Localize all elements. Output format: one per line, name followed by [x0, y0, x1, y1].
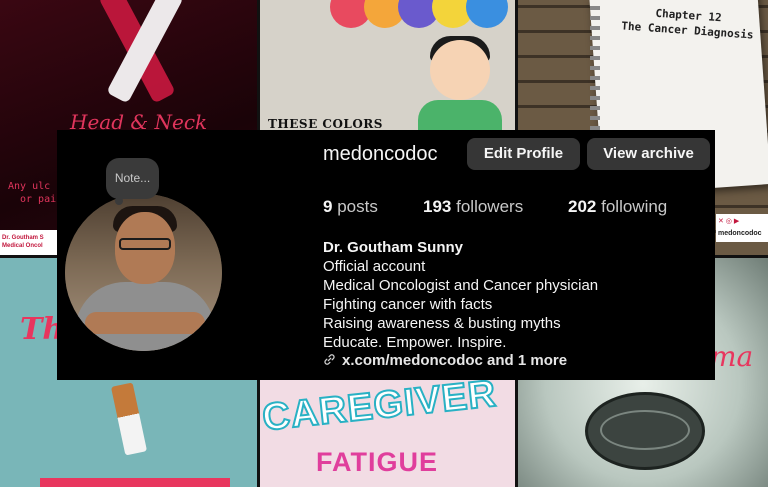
bio-line: Educate. Empower. Inspire. [323, 334, 507, 351]
boy-illustration [430, 40, 490, 100]
edit-profile-button[interactable]: Edit Profile [467, 138, 580, 170]
followers-link[interactable]: 193 followers [423, 197, 523, 217]
bio-line: Raising awareness & busting myths [323, 315, 561, 332]
post-decoration [40, 478, 230, 487]
boy-illustration [418, 100, 502, 130]
cancer-ribbon-graphic [95, 0, 185, 104]
profile-avatar[interactable] [65, 194, 222, 351]
view-archive-button[interactable]: View archive [587, 138, 710, 170]
note-bubble[interactable]: Note... [106, 158, 159, 199]
posts-count: 9 posts [323, 197, 378, 216]
bio-name: Dr. Goutham Sunny [323, 239, 464, 256]
bio-line: Fighting cancer with facts [323, 296, 493, 313]
following-link[interactable]: 202 following [568, 197, 667, 217]
social-handle-strip: ✕ ◎ ▶ medoncodoc [716, 214, 768, 242]
profile-username: medoncodoc [323, 143, 438, 165]
social-icons: ✕ ◎ ▶ [718, 218, 740, 225]
post-side-text: Any ulc or pai [8, 181, 57, 205]
brain-graphic [600, 410, 690, 450]
link-icon [324, 354, 335, 365]
profile-bio: Dr. Goutham Sunny Official account Medic… [323, 238, 598, 352]
bio-link[interactable]: x.com/medoncodoc and 1 more [323, 352, 567, 369]
post-subtitle-text: FATIGUE [316, 447, 439, 477]
post-footer-strip: Dr. Goutham S Medical Oncol [0, 230, 60, 255]
post-caption-text: THESE COLORS [268, 117, 383, 131]
post-title-text: ma [710, 340, 754, 373]
bio-line: Medical Oncologist and Cancer physician [323, 277, 599, 294]
bio-line: Official account [323, 258, 426, 275]
bio-link-text[interactable]: x.com/medoncodoc and 1 more [342, 352, 567, 369]
